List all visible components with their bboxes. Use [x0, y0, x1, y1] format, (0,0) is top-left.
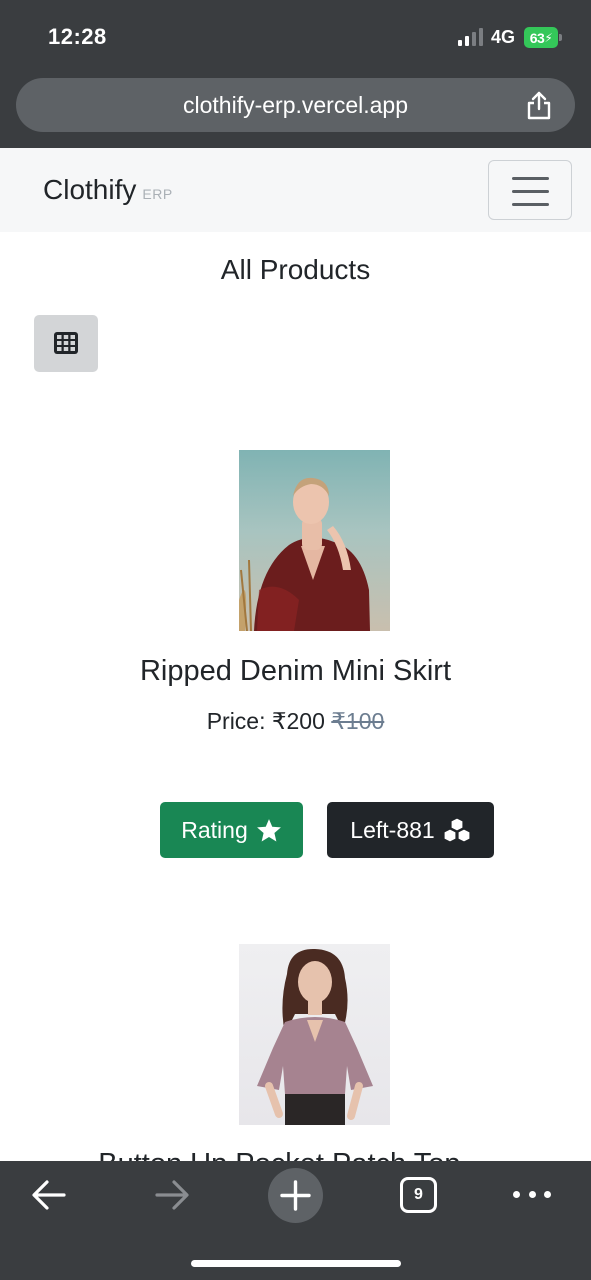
page-title: All Products	[220, 254, 371, 285]
current-price: ₹200	[271, 708, 325, 734]
plus-icon	[280, 1180, 311, 1211]
brand-link[interactable]: Clothify ERP	[43, 174, 173, 206]
new-tab-button[interactable]	[268, 1168, 323, 1223]
tab-count: 9	[414, 1186, 423, 1203]
stock-left-button[interactable]: Left-881	[327, 802, 494, 858]
original-price: ₹100	[331, 708, 385, 734]
network-type: 4G	[491, 27, 516, 47]
site-navbar: Clothify ERP	[0, 148, 591, 232]
price-label: Price:	[206, 708, 266, 734]
battery-level: 63	[529, 29, 545, 46]
forward-arrow-icon[interactable]	[154, 1179, 190, 1211]
url-text: clothify-erp.vercel.app	[183, 92, 408, 118]
product-name: Ripped Denim Mini Skirt	[139, 655, 452, 687]
stock-label: Left-881	[350, 816, 435, 843]
status-time: 12:28	[48, 24, 107, 49]
back-arrow-icon[interactable]	[31, 1179, 67, 1211]
share-icon[interactable]	[525, 90, 553, 120]
browser-bottom-toolbar: 9	[0, 1161, 591, 1280]
tabs-button[interactable]: 9	[400, 1177, 437, 1213]
navbar-toggler-button[interactable]	[488, 160, 572, 220]
address-bar[interactable]: clothify-erp.vercel.app	[16, 78, 575, 132]
model-photo	[257, 948, 373, 1125]
table-cells-icon	[54, 332, 78, 354]
star-icon	[256, 818, 281, 841]
battery-icon: 63 ⚡	[524, 27, 562, 48]
rating-button[interactable]: Rating	[160, 802, 303, 858]
rating-label: Rating	[181, 816, 248, 843]
signal-icon	[458, 28, 484, 46]
brand-name: Clothify	[43, 174, 137, 205]
model-photo	[239, 477, 370, 631]
grid-view-toggle-button[interactable]	[34, 315, 98, 372]
product-image[interactable]	[239, 944, 390, 1125]
product-image[interactable]	[239, 450, 390, 631]
product-price: Price: ₹200 ₹100	[0, 708, 591, 735]
brand-subtitle: ERP	[142, 186, 173, 202]
cubes-icon	[443, 817, 471, 843]
more-icon[interactable]	[513, 1191, 551, 1199]
hamburger-icon	[512, 177, 549, 180]
home-indicator	[191, 1260, 401, 1267]
browser-top-bar: 12:28 4G 63 ⚡ clothify-erp.vercel.app	[0, 0, 591, 148]
